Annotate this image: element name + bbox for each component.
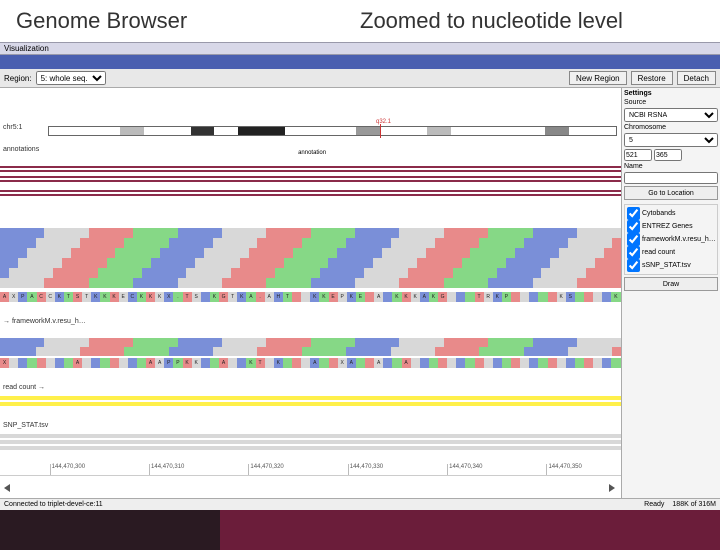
region-select[interactable]: 5: whole seq. [36,71,106,85]
grey-track-1 [0,434,621,438]
readcount-checkbox[interactable]: read count [627,246,715,259]
annotation-text: annotation [298,150,326,156]
source-select[interactable]: NCBI RSNA [624,108,718,122]
ruler-tick: 144,470,330 [348,464,383,475]
status-bar: Connected to triplet-devel-ce:11 Ready 1… [0,498,720,510]
restore-button[interactable]: Restore [631,71,673,85]
scroll-right-icon[interactable] [607,480,617,498]
annotations-track-label: annotations [2,146,40,153]
new-region-button[interactable]: New Region [569,71,627,85]
settings-heading: Settings [624,90,718,97]
draw-button[interactable]: Draw [624,277,718,291]
source-label: Source [624,99,718,106]
blue-accent-bar [0,55,720,69]
snpstat-track-label: SNP_STAT.tsv [2,422,49,429]
red-track-4 [0,180,621,182]
sequence-alignment-block[interactable] [0,228,621,288]
name-input[interactable] [624,172,718,184]
amino-acid-row-2: XAAAPPKKAKTKAXAAA [0,358,621,368]
settings-sidebar: Settings Source NCBI RSNA Chromosome 5 N… [622,88,720,498]
goto-location-button[interactable]: Go to Location [624,186,718,200]
footer-dark-segment [0,510,220,550]
sequence-alignment-block-2[interactable] [0,338,621,356]
ruler-tick: 144,470,300 [50,464,85,475]
chrom-label: chr5:1 [2,124,23,131]
memory-status: 188K of 316M [672,501,716,508]
ruler-tick: 144,470,310 [149,464,184,475]
snpstat-checkbox[interactable]: sSNP_STAT.tsv [627,259,715,272]
ruler-tick: 144,470,320 [248,464,283,475]
ideogram-band-label: q32.1 [376,119,391,125]
grey-track-3 [0,446,621,450]
ideogram-position-marker [380,124,381,138]
page-title-left: Genome Browser [16,8,360,34]
name-label: Name [624,163,718,170]
range-from-input[interactable] [624,149,652,161]
detach-button[interactable]: Detach [677,71,716,85]
ready-status: Ready [644,501,664,508]
framework-checkbox[interactable]: frameworkM.v.resu_h… [627,233,715,246]
chromosome-select[interactable]: 5 [624,133,718,147]
cytobands-checkbox[interactable]: Cytobands [627,207,715,220]
chromosome-label: Chromosome [624,124,718,131]
ruler-tick: 144,470,350 [546,464,581,475]
red-track-6 [0,194,621,196]
footer-bar [0,510,720,550]
red-track-5 [0,190,621,192]
ideogram[interactable] [48,126,617,136]
readcount-track-label: read count → [2,384,46,391]
framework-track-label: → frameworkM.v.resu_h… [2,318,87,325]
yellow-track-1 [0,396,621,400]
panel-title: Visualization [0,42,720,55]
page-title-right: Zoomed to nucleotide level [360,8,704,34]
red-track-2 [0,170,621,172]
scroll-left-icon[interactable] [2,480,12,498]
genomic-ruler: 144,470,300 144,470,310 144,470,320 144,… [0,464,621,476]
range-to-input[interactable] [654,149,682,161]
amino-acid-row-1: AXPACCKTSTKKKECKKKX.TSKGTKA.AHTKKEPKEAKK… [0,292,621,302]
region-label: Region: [4,74,32,83]
grey-track-2 [0,440,621,444]
red-track-3 [0,176,621,178]
genome-track-panel[interactable]: chr5:1 q32.1 annotations annotation [0,88,622,498]
ruler-tick: 144,470,340 [447,464,482,475]
red-track-1 [0,166,621,168]
entrez-checkbox[interactable]: ENTREZ Genes [627,220,715,233]
toolbar: Region: 5: whole seq. New Region Restore… [0,69,720,88]
connection-status: Connected to triplet-devel-ce:11 [4,501,103,508]
yellow-track-2 [0,402,621,406]
